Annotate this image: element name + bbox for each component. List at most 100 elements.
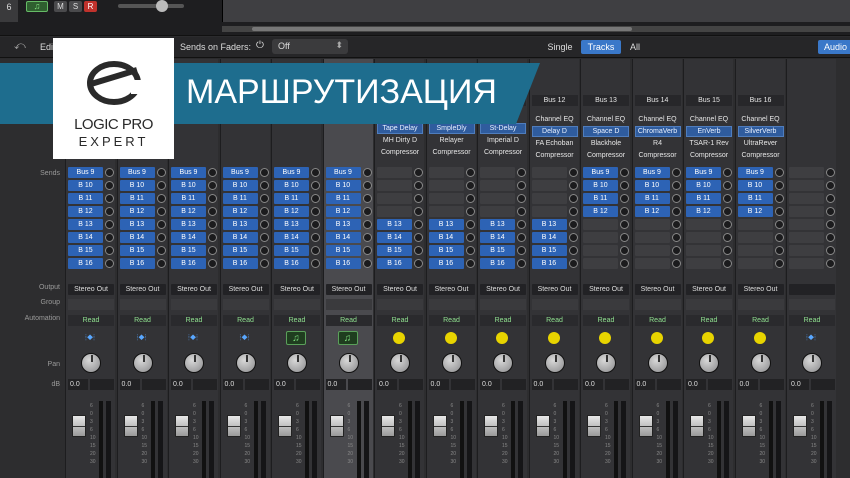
send-level-knob[interactable]: [156, 194, 166, 203]
send-level-knob[interactable]: [311, 259, 320, 268]
send-slot[interactable]: [789, 232, 835, 243]
send-bus-button[interactable]: B 10: [171, 180, 206, 191]
group-button[interactable]: [583, 299, 629, 310]
send-slot[interactable]: B 16: [274, 258, 320, 269]
volume-db-value[interactable]: 0.0: [171, 379, 191, 390]
send-slot[interactable]: [531, 180, 578, 191]
send-bus-button[interactable]: [583, 232, 618, 243]
send-bus-button[interactable]: B 11: [274, 193, 309, 204]
send-level-knob[interactable]: [362, 181, 372, 190]
send-bus-button[interactable]: [480, 206, 515, 217]
send-slot[interactable]: B 13: [119, 219, 166, 230]
send-slot[interactable]: [737, 245, 784, 256]
send-slot[interactable]: B 14: [377, 232, 423, 243]
plugin-slot[interactable]: Imperial D: [480, 135, 526, 146]
send-bus-button[interactable]: B 15: [171, 245, 206, 256]
send-bus-button[interactable]: B 14: [428, 232, 464, 243]
plugin-slot[interactable]: Channel EQ: [583, 114, 629, 125]
send-level-knob[interactable]: [517, 181, 526, 190]
plugin-slot[interactable]: Space D: [583, 126, 629, 137]
send-slot[interactable]: B 14: [428, 232, 475, 243]
send-level-knob[interactable]: [465, 220, 475, 229]
pan-knob[interactable]: [750, 353, 771, 373]
group-button[interactable]: [119, 299, 166, 310]
send-slot[interactable]: [583, 258, 629, 269]
send-bus-button[interactable]: [531, 180, 567, 191]
send-level-knob[interactable]: [465, 168, 475, 177]
automation-read-button[interactable]: Read: [686, 315, 732, 326]
volume-fader[interactable]: [535, 415, 550, 437]
pan-knob[interactable]: [802, 353, 822, 373]
send-level-knob[interactable]: [671, 207, 681, 216]
send-level-knob[interactable]: [671, 181, 681, 190]
send-slot[interactable]: [377, 167, 423, 178]
plugin-slot[interactable]: Channel EQ: [635, 114, 681, 125]
send-level-knob[interactable]: [723, 220, 732, 229]
send-slot[interactable]: B 14: [325, 232, 372, 243]
send-level-knob[interactable]: [414, 194, 423, 203]
send-slot[interactable]: B 14: [171, 232, 217, 243]
send-slot[interactable]: B 14: [531, 232, 578, 243]
send-level-knob[interactable]: [723, 168, 732, 177]
group-button[interactable]: [480, 299, 526, 310]
send-bus-button[interactable]: [737, 219, 773, 230]
send-bus-button[interactable]: B 15: [119, 245, 155, 256]
plugin-slot[interactable]: Compressor: [480, 147, 526, 158]
send-level-knob[interactable]: [568, 233, 578, 242]
send-bus-button[interactable]: B 10: [119, 180, 155, 191]
send-level-knob[interactable]: [105, 259, 114, 268]
automation-read-button[interactable]: Read: [274, 315, 320, 326]
send-level-knob[interactable]: [826, 168, 835, 177]
fader-track[interactable]: [562, 401, 567, 478]
send-bus-button[interactable]: B 12: [325, 206, 361, 217]
send-slot[interactable]: B 10: [737, 180, 784, 191]
send-level-knob[interactable]: [620, 233, 629, 242]
send-level-knob[interactable]: [208, 194, 217, 203]
send-slot[interactable]: [789, 245, 835, 256]
send-slot[interactable]: B 15: [68, 245, 114, 256]
automation-read-button[interactable]: Read: [634, 315, 681, 326]
send-slot[interactable]: B 15: [325, 245, 372, 256]
send-bus-button[interactable]: [480, 167, 515, 178]
send-slot[interactable]: B 15: [222, 245, 269, 256]
send-bus-button[interactable]: B 11: [119, 193, 155, 204]
volume-fader[interactable]: [432, 415, 447, 437]
fader-track[interactable]: [459, 401, 464, 478]
output-button[interactable]: Stereo Out: [171, 284, 217, 295]
send-bus-button[interactable]: B 12: [737, 206, 773, 217]
send-bus-button[interactable]: [737, 245, 773, 256]
send-bus-button[interactable]: [428, 193, 464, 204]
pan-knob[interactable]: [390, 353, 410, 373]
send-level-knob[interactable]: [465, 194, 475, 203]
send-level-knob[interactable]: [517, 168, 526, 177]
plugin-slot[interactable]: EnVerb: [686, 126, 732, 137]
strip-input-slot[interactable]: Bus 15: [686, 95, 732, 106]
send-slot[interactable]: [583, 245, 629, 256]
fader-track[interactable]: [253, 401, 258, 478]
send-bus-button[interactable]: B 13: [274, 219, 309, 230]
automation-read-button[interactable]: Read: [222, 315, 269, 326]
send-level-knob[interactable]: [311, 181, 320, 190]
send-slot[interactable]: [428, 206, 475, 217]
send-level-knob[interactable]: [311, 233, 320, 242]
send-bus-button[interactable]: [531, 167, 567, 178]
send-bus-button[interactable]: [737, 258, 773, 269]
send-bus-button[interactable]: [789, 219, 824, 230]
send-slot[interactable]: B 13: [377, 219, 423, 230]
send-level-knob[interactable]: [517, 220, 526, 229]
send-bus-button[interactable]: [737, 232, 773, 243]
send-slot[interactable]: B 16: [171, 258, 217, 269]
send-slot[interactable]: [789, 167, 835, 178]
record-button[interactable]: R: [84, 1, 97, 12]
volume-db-value[interactable]: 0.0: [531, 379, 552, 390]
send-level-knob[interactable]: [517, 194, 526, 203]
send-slot[interactable]: B 16: [480, 258, 526, 269]
send-level-knob[interactable]: [620, 207, 629, 216]
volume-fader[interactable]: [381, 415, 395, 437]
automation-read-button[interactable]: Read: [789, 315, 835, 326]
send-level-knob[interactable]: [671, 246, 681, 255]
send-level-knob[interactable]: [568, 220, 578, 229]
send-level-knob[interactable]: [465, 181, 475, 190]
automation-read-button[interactable]: Read: [583, 315, 629, 326]
send-bus-button[interactable]: Bus 9: [68, 167, 103, 178]
